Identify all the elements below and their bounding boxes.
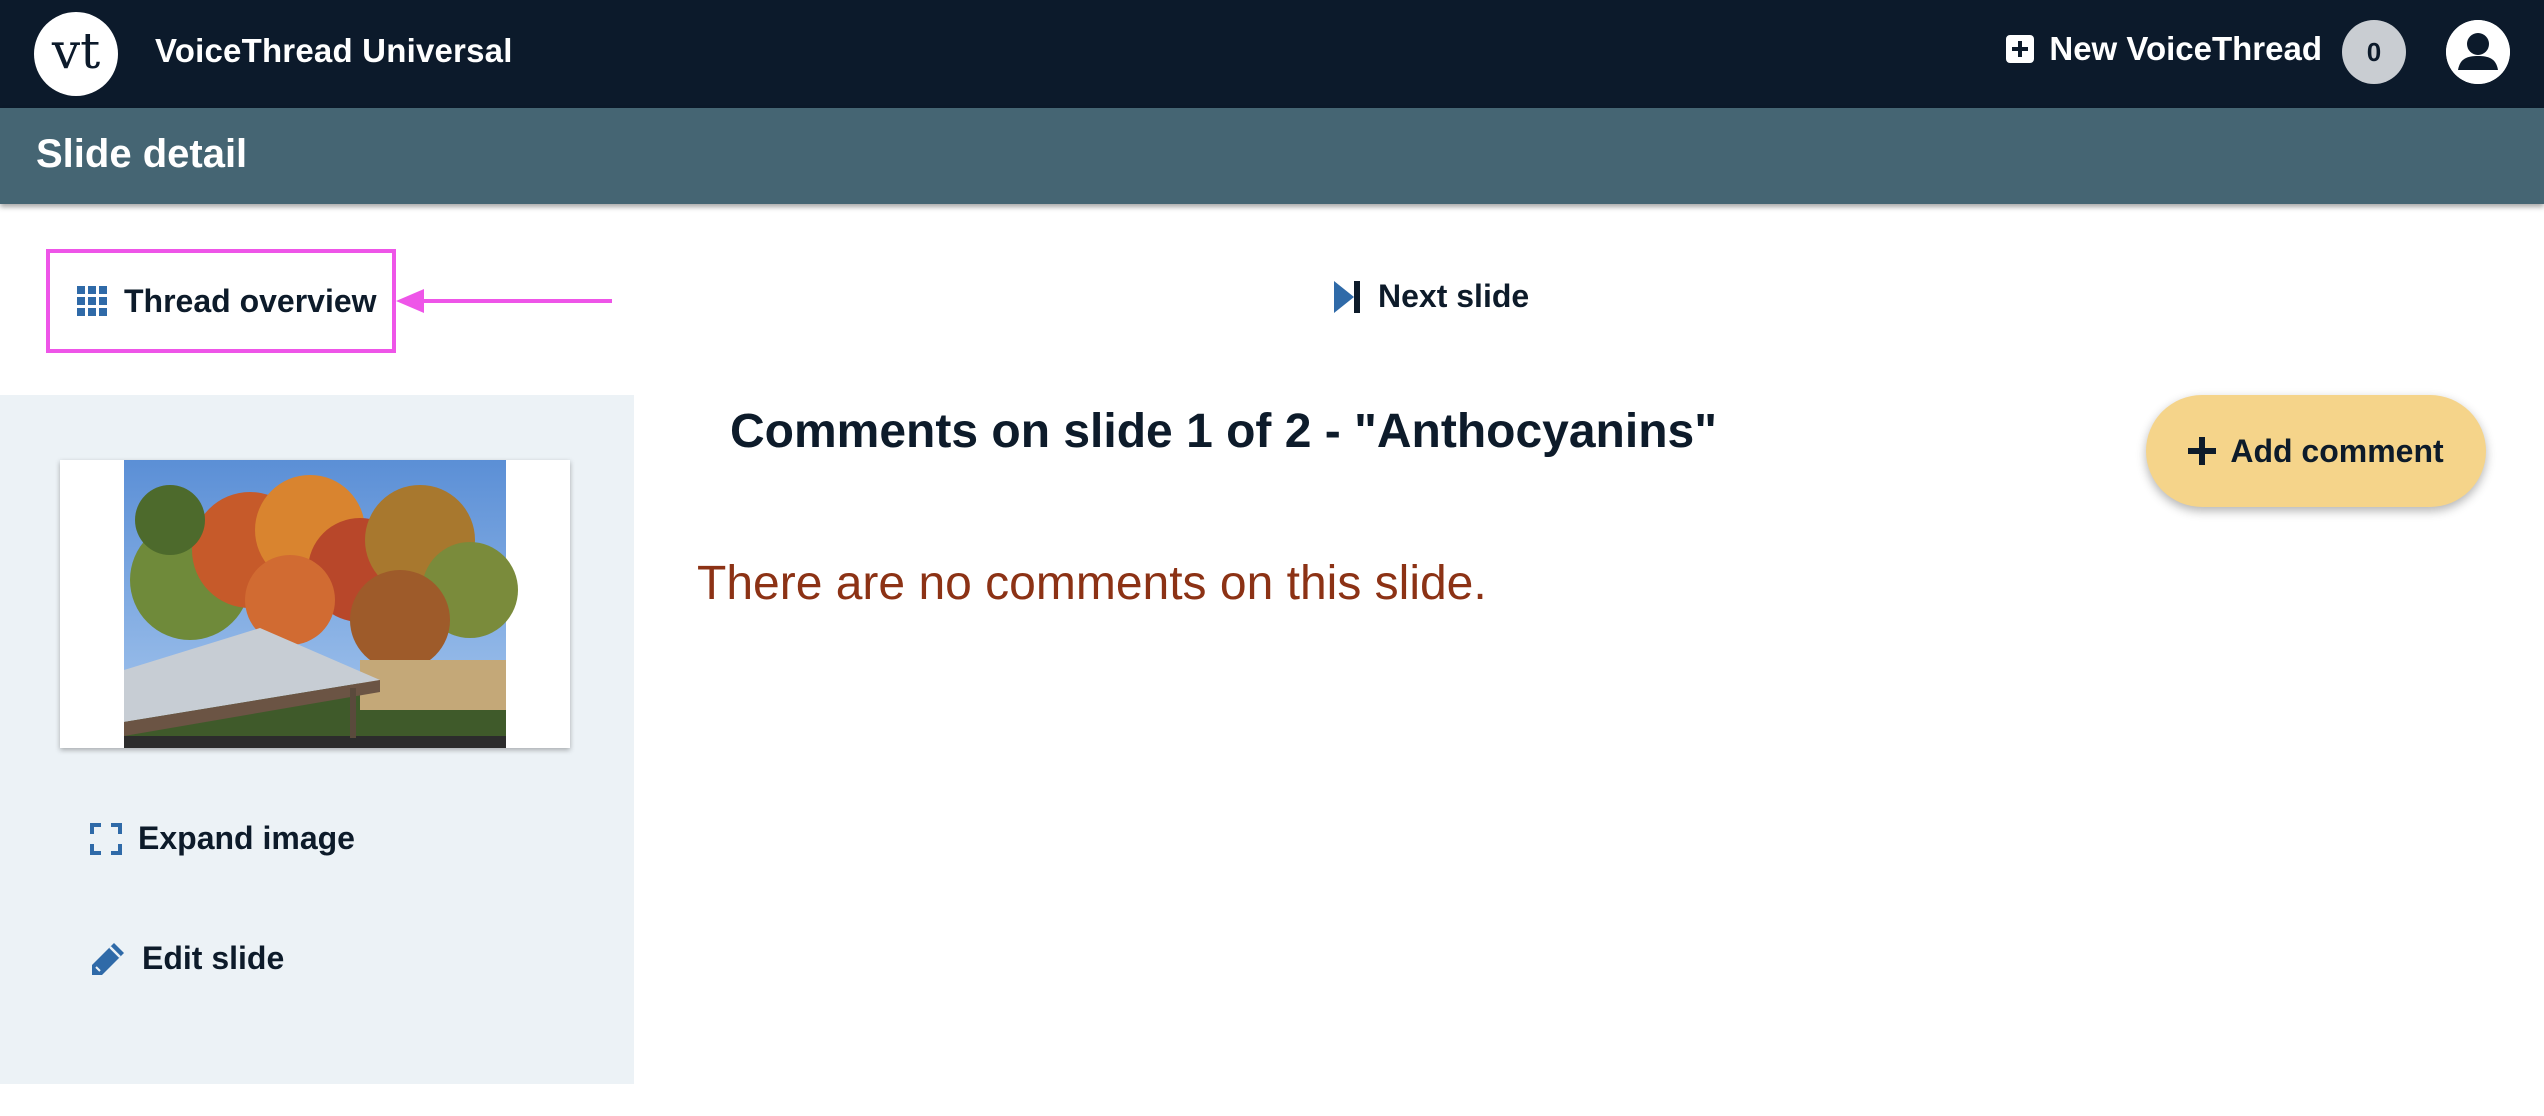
new-voicethread-button[interactable]: New VoiceThread (2005, 30, 2322, 68)
expand-image-label: Expand image (138, 820, 355, 856)
slide-image (60, 460, 570, 748)
section-header: Slide detail (0, 108, 2544, 204)
add-comment-button[interactable]: Add comment (2146, 395, 2486, 507)
notification-count-badge[interactable]: 0 (2342, 20, 2406, 84)
comments-heading: Comments on slide 1 of 2 - "Anthocyanins… (730, 405, 1717, 458)
app-title: VoiceThread Universal (155, 32, 513, 69)
grid-icon (77, 286, 107, 316)
next-slide-button[interactable]: Next slide (1334, 278, 1529, 315)
plus-square-icon (2006, 35, 2035, 63)
account-menu-button[interactable] (2446, 20, 2510, 84)
highlight-arrow (396, 289, 612, 313)
new-voicethread-label: New VoiceThread (2049, 30, 2322, 67)
skip-next-icon (1334, 280, 1360, 313)
next-slide-label: Next slide (1378, 278, 1530, 314)
slide-thumbnail[interactable] (60, 460, 570, 748)
add-comment-label: Add comment (2230, 432, 2444, 469)
thread-overview-label: Thread overview (124, 282, 377, 319)
thread-overview-button[interactable]: Thread overview (46, 249, 396, 353)
edit-slide-button[interactable]: Edit slide (90, 940, 284, 977)
expand-icon (90, 822, 122, 855)
pencil-icon (92, 942, 124, 975)
empty-comments-message: There are no comments on this slide. (697, 557, 1487, 610)
logo-text: vt (51, 22, 101, 80)
user-icon (2446, 20, 2510, 84)
expand-image-button[interactable]: Expand image (90, 820, 355, 857)
page-title: Slide detail (36, 132, 248, 176)
edit-slide-label: Edit slide (142, 940, 285, 976)
voicethread-logo[interactable]: vt (34, 12, 118, 96)
top-navigation-bar: vt VoiceThread Universal New VoiceThread… (0, 0, 2544, 108)
plus-icon (2188, 437, 2217, 465)
